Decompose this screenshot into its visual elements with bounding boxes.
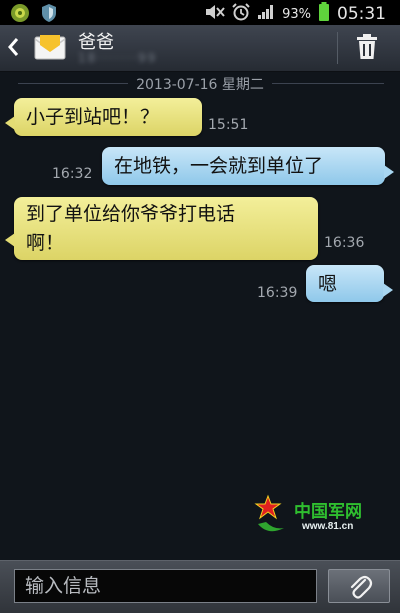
message-text: 小子到站吧！？ xyxy=(26,106,160,128)
watermark-logo-icon xyxy=(254,494,284,532)
outgoing-message-bubble[interactable]: 嗯 xyxy=(306,265,393,302)
message-input[interactable]: 输入信息 xyxy=(14,569,317,603)
mute-icon xyxy=(205,4,225,24)
incoming-message-bubble[interactable]: 到了单位给你爷爷打电话 啊！ xyxy=(5,197,318,260)
paperclip-icon xyxy=(350,575,373,599)
back-icon xyxy=(8,38,19,56)
incoming-message-bubble[interactable]: 小子到站吧！？ xyxy=(5,98,202,136)
message-time: 16:39 xyxy=(257,285,298,301)
message-text: 嗯 xyxy=(318,273,338,295)
delete-button[interactable] xyxy=(352,33,384,63)
outgoing-message-bubble[interactable]: 在地铁，一会就到单位了 xyxy=(102,147,394,185)
contact-number: 18·······99 xyxy=(78,51,158,65)
message-time: 16:32 xyxy=(52,166,93,182)
bubble-tail xyxy=(384,165,394,179)
shield-icon xyxy=(40,3,58,27)
message-time: 15:51 xyxy=(208,117,249,133)
header-divider xyxy=(337,32,338,64)
message-text: 在地铁，一会就到单位了 xyxy=(114,155,324,177)
alarm-icon xyxy=(232,3,250,25)
conversation-header: 爸爸 18·······99 xyxy=(0,25,400,72)
watermark-url: www.81.cn xyxy=(302,521,354,532)
notification-icon xyxy=(10,3,30,27)
battery-icon xyxy=(318,2,330,26)
watermark: 中国军网 www.81.cn xyxy=(254,492,384,542)
status-clock: 05:31 xyxy=(337,4,386,24)
message-text: 啊！ xyxy=(26,232,65,254)
trash-icon xyxy=(357,34,377,59)
back-button[interactable] xyxy=(6,36,24,60)
watermark-name: 中国军网 xyxy=(294,502,362,522)
date-separator: 2013-07-16 星期二 xyxy=(0,73,400,95)
status-bar: 93% 05:31 xyxy=(0,0,400,25)
bubble-tail xyxy=(383,283,393,297)
battery-percent: 93% xyxy=(282,6,311,22)
attach-button[interactable] xyxy=(328,569,390,603)
signal-icon xyxy=(257,4,275,24)
message-envelope-icon xyxy=(34,32,66,62)
message-text: 到了单位给你爷爷打电话 xyxy=(26,203,236,225)
bubble-tail xyxy=(5,233,15,247)
bubble-tail xyxy=(5,116,15,130)
message-time: 16:36 xyxy=(324,235,365,251)
input-bar: 输入信息 xyxy=(0,560,400,613)
conversation-date: 2013-07-16 星期二 xyxy=(130,77,270,93)
